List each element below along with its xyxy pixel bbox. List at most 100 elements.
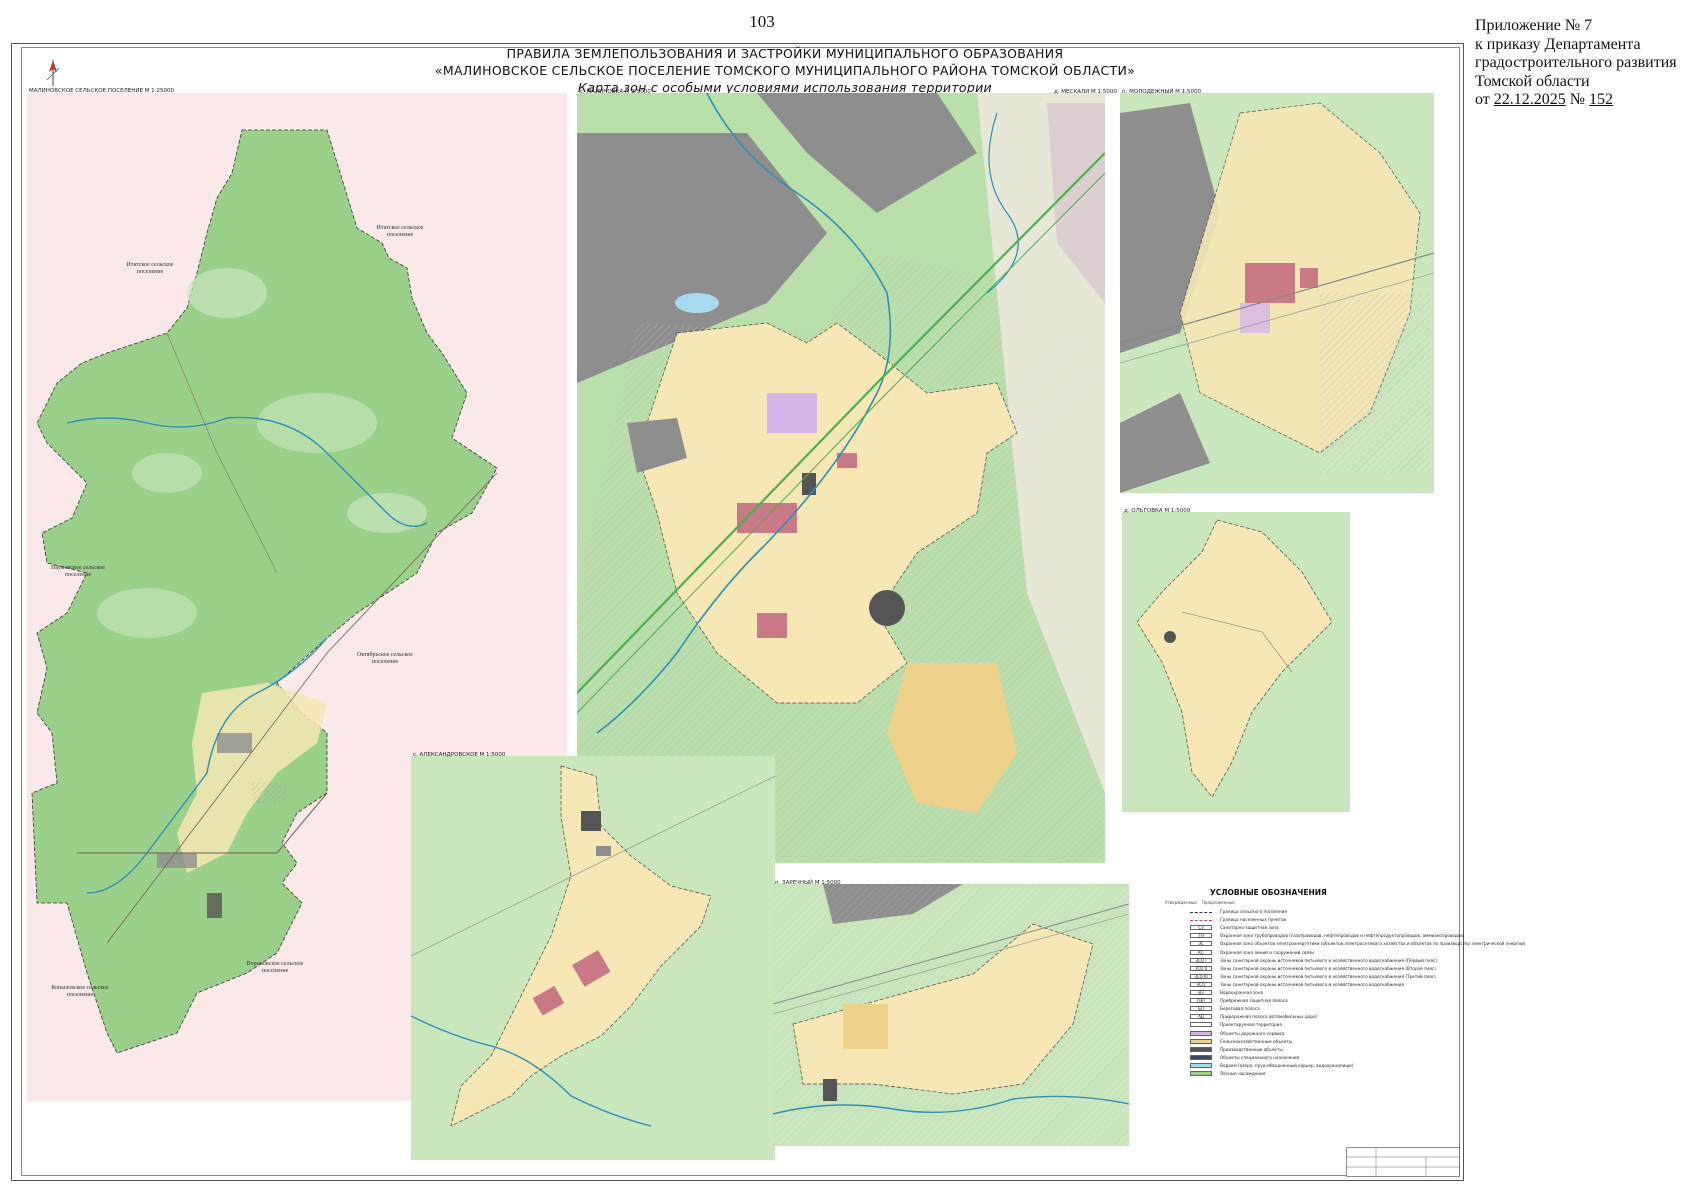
north-arrow-icon [46,60,60,86]
inset-label-meskali: д. МЕСКАЛИ М 1:5000 [1054,89,1117,95]
inset-label-olgovka: д. ОЛЬГОВКА М 1:5000 [1124,508,1191,514]
inset-map-malinovka[interactable] [577,93,1105,863]
legend-item: ПЗП Прибрежная защитная полоса [1165,997,1465,1005]
appendix-from: от [1475,91,1494,108]
legend-swatch [1190,1062,1212,1068]
inset-label-malinovka: с. МАЛИНОВКА М 1:5000 [580,89,651,95]
map-title-line-1: ПРАВИЛА ЗЕМЛЕПОЛЬЗОВАНИЯ И ЗАСТРОЙКИ МУН… [506,46,1064,61]
inset-map-zarechny[interactable] [773,884,1129,1146]
legend-swatch [1190,1030,1212,1036]
legend-item: Производственные объекты [1165,1046,1465,1054]
legend-swatch: СЗ [1190,925,1212,931]
appendix-line-1: Приложение № 7 [1475,17,1593,34]
legend-item: ЗСО II Зоны санитарной охраны источников … [1165,965,1465,973]
legend-swatch: ВЗ [1190,990,1212,995]
legend-swatch: ЗСО [1190,981,1212,987]
legend-swatch [1190,1038,1212,1044]
legend-item-label: Охранная зона трубопроводов (газопроводо… [1220,933,1465,939]
page-number: 103 [749,12,775,31]
legend-swatch [1190,1071,1212,1076]
legend-item: ВЗ Водоохранная зона [1165,989,1465,997]
label-oktyabrskoe: Октябрьское сельское поселение [357,652,413,665]
inset-label-zarechny: п. ЗАРЕЧНЫЙ М 1:5000 [775,880,841,886]
legend-item: БП Береговая полоса [1165,1005,1465,1013]
legend-item-label: Проектируемая территория [1220,1022,1282,1028]
legend-item-label: Зоны санитарной охраны источников питьев… [1220,965,1436,971]
legend-item: Объекты специального назначения [1165,1054,1465,1062]
legend-item: Сельскохозяйственные объекты [1165,1038,1465,1046]
legend-item-label: Объекты дорожного сервиса [1220,1030,1285,1036]
label-itatka-left: Итатское сельское поселение [126,262,174,275]
legend-item-label: Береговая полоса [1220,1006,1260,1012]
legend-column-headers: Утвержденные Предложенные [1165,900,1235,905]
legend-item-label: Зоны санитарной охраны источников питьев… [1220,957,1437,963]
appendix-number: 152 [1589,91,1614,108]
appendix-line-3: градостроительного развития [1475,54,1677,71]
legend-swatch: ЭС [1190,941,1212,947]
label-voronovo: Вороновское сельское поселение [246,961,304,974]
legend-swatch: ЗСО I [1190,957,1212,963]
legend-swatch: БП [1190,1006,1212,1012]
legend-item: Водоем (озеро, пруд обводненный карьер, … [1165,1062,1465,1070]
legend-item: Лесные насаждения [1165,1070,1465,1078]
legend-item: ЗСО I Зоны санитарной охраны источников п… [1165,957,1465,965]
legend-item: СЗ Санитарно-защитная зона [1165,924,1465,932]
legend-item-label: Прибрежная защитная полоса [1220,998,1288,1004]
legend-item-label: Зоны санитарной охраны источников питьев… [1220,981,1404,987]
legend-swatch [1190,1046,1212,1052]
inset-label-molodezhny: п. МОЛОДЕЖНЫЙ М 1:5000 [1122,89,1202,95]
legend-item: ЭС Охранная зона объектов электроэнергети… [1165,940,1525,948]
legend-item-label: Водоем (озеро, пруд обводненный карьер, … [1220,1062,1354,1068]
legend-item: ТП Охранная зона трубопроводов (газопрово… [1165,932,1465,940]
map-title-line-2: «МАЛИНОВСКОЕ СЕЛЬСКОЕ ПОСЕЛЕНИЕ ТОМСКОГО… [434,63,1136,78]
legend-item-label: Охранная зона объектов электроэнергетики… [1220,941,1526,947]
legend-item: ЗСО III Зоны санитарной охраны источников… [1165,973,1465,981]
appendix-line-4: Томской области [1475,72,1590,90]
legend-col-proposed: Предложенные [1201,900,1235,905]
appendix-number-prefix: № [1569,91,1590,108]
legend-item-label: Сельскохозяйственные объекты [1220,1038,1292,1044]
legend-item-label: Граница сельского поселения [1220,909,1287,914]
legend-item: АД Придорожная полоса автомобильных дорог [1165,1013,1465,1021]
legend-item: КС Охранная зона линий и сооружений связи [1165,949,1465,957]
legend-item-label: Придорожная полоса автомобильных дорог [1220,1014,1318,1020]
inset-map-aleksandrovskoe[interactable] [411,756,775,1160]
inset-label-main: МАЛИНОВСКОЕ СЕЛЬСКОЕ ПОСЕЛЕНИЕ М 1:25000 [29,88,175,94]
title-block-stamp [1346,1147,1460,1177]
legend-item-label: Санитарно-защитная зона [1220,925,1279,931]
appendix-block: Приложение № 7 к приказу Департамента гр… [1475,17,1690,110]
label-kopylovo: Копыловское сельское поселение [51,985,109,998]
appendix-date: 22.12.2025 [1493,91,1566,108]
legend-item-label: Зоны санитарной охраны источников питьев… [1220,973,1436,979]
inset-map-olgovka[interactable] [1122,512,1350,812]
legend-title: УСЛОВНЫЕ ОБОЗНАЧЕНИЯ [1210,888,1327,897]
legend-item-label: Охранная зона линий и сооружений связи [1220,949,1314,955]
legend-item-label: Водоохранная зона [1220,990,1264,995]
legend-item-label: Граница населенных пунктов [1220,917,1286,923]
legend-swatch: ТП [1190,933,1212,939]
legend-swatch: КС [1190,949,1212,955]
label-itatka-top: Итатское сельское поселение [376,225,424,238]
legend-item: Граница населенных пунктов [1165,916,1465,924]
legend-swatch: АД [1190,1014,1212,1020]
legend-swatch: ЗСО II [1190,965,1212,971]
legend-item: ЗСО Зоны санитарной охраны источников пит… [1165,981,1465,989]
inset-map-molodezhny[interactable] [1120,93,1434,493]
appendix-line-5: от 22.12.2025 № 152 [1475,91,1690,110]
legend-swatch: ЗСО III [1190,973,1212,979]
legend-item: Проектируемая территория [1165,1021,1465,1029]
legend-swatch: ПЗП [1190,998,1212,1004]
inset-label-aleksandrovskoe: с. АЛЕКСАНДРОВСКОЕ М 1:5000 [413,752,506,758]
legend-item-label: Объекты специального назначения [1220,1054,1300,1060]
appendix-line-2: к приказу Департамента [1475,35,1641,53]
label-naumovka: Наумовское сельское поселение [51,565,105,578]
legend-item: Объекты дорожного сервиса [1165,1030,1465,1038]
legend-swatch [1190,920,1212,922]
legend-item-label: Производственные объекты [1220,1046,1283,1052]
legend-item: Граница сельского поселения [1165,908,1465,916]
legend-swatch [1190,1022,1212,1028]
legend-swatch [1190,912,1212,913]
legend-swatch [1190,1054,1212,1060]
legend-col-approved: Утвержденные [1165,900,1197,905]
legend-item-label: Лесные насаждения [1220,1071,1266,1076]
